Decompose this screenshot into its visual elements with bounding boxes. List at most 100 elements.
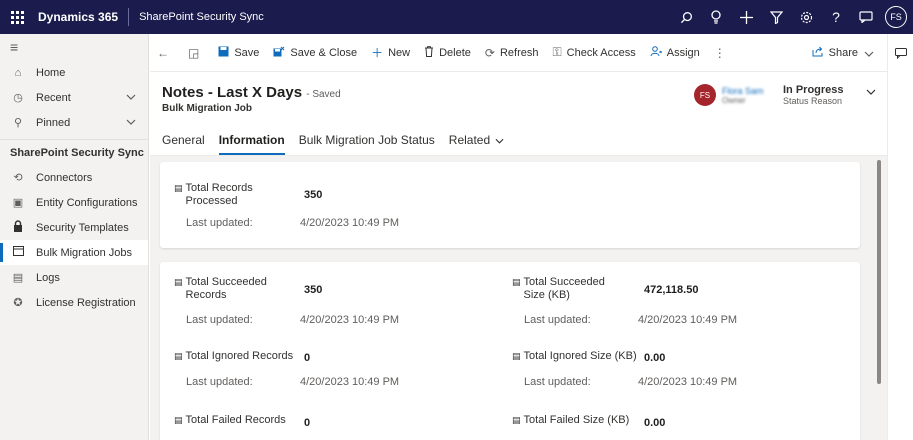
- sidebar-item-entity-configurations[interactable]: ▣ Entity Configurations: [0, 190, 148, 215]
- check-access-label: Check Access: [566, 46, 636, 59]
- help-icon[interactable]: ?: [821, 0, 851, 34]
- sidebar-item-label: Connectors: [36, 171, 93, 184]
- last-updated-label: Last updated:: [524, 314, 591, 326]
- app-name[interactable]: SharePoint Security Sync: [129, 11, 264, 23]
- sidebar-item-label: License Registration: [36, 296, 136, 309]
- user-avatar[interactable]: FS: [885, 6, 907, 28]
- assign-person-icon: [650, 45, 662, 60]
- command-bar: ← ◲ Save Save & Close ＋ New Delete ⟳ Ref…: [150, 34, 887, 72]
- job-icon: [10, 246, 26, 259]
- field-label: ▤ Total Ignored Records: [174, 350, 304, 363]
- sidebar-item-label: Recent: [36, 91, 71, 104]
- field-value[interactable]: 0: [304, 352, 310, 364]
- new-button[interactable]: ＋ New: [364, 34, 417, 72]
- app-launcher-icon[interactable]: [0, 0, 34, 34]
- clock-icon: ◷: [13, 92, 23, 104]
- tab-related[interactable]: Related: [449, 126, 518, 154]
- chevron-down-icon: [864, 46, 874, 60]
- sidebar-item-recent[interactable]: ◷ Recent: [0, 85, 148, 110]
- delete-label: Delete: [439, 46, 471, 59]
- add-icon: ＋: [371, 46, 384, 60]
- hamburger-menu-icon[interactable]: ≡: [0, 34, 148, 60]
- open-new-window-button[interactable]: ◲: [181, 34, 211, 72]
- open-window-icon: ◲: [188, 45, 200, 60]
- last-updated-value: 4/20/2023 10:49 PM: [638, 376, 738, 388]
- sidebar-item-label: Logs: [36, 271, 60, 284]
- field-value[interactable]: 350: [304, 284, 322, 296]
- field-total-ignored-records: ▤ Total Ignored Records: [174, 350, 304, 363]
- refresh-icon: ⟳: [484, 45, 495, 60]
- sidebar-item-bulk-migration-jobs[interactable]: Bulk Migration Jobs: [0, 240, 148, 265]
- sidebar-item-label: Pinned: [36, 116, 71, 129]
- delete-button[interactable]: Delete: [417, 34, 478, 72]
- sidebar-item-pinned[interactable]: ⚲ Pinned: [0, 110, 148, 135]
- connector-icon: ⟲: [13, 172, 23, 184]
- field-label: ▤ Total Succeeded Size (KB): [512, 276, 622, 302]
- tab-information[interactable]: Information: [218, 126, 299, 155]
- license-icon: ✪: [13, 297, 23, 309]
- owner-field[interactable]: FS Flora Sam Owner: [694, 84, 764, 106]
- field-value[interactable]: 0: [304, 417, 310, 429]
- assign-button[interactable]: Assign: [643, 34, 707, 72]
- field-label: ▤ Total Succeeded Records: [174, 276, 284, 302]
- tab-related-label: Related: [448, 133, 491, 147]
- right-side-pane: [887, 34, 913, 440]
- field-label-text: Total Succeeded Records: [185, 276, 267, 301]
- more-commands-button[interactable]: ⋮: [707, 34, 738, 72]
- tab-general[interactable]: General: [162, 126, 219, 154]
- owner-name[interactable]: Flora Sam: [722, 86, 764, 96]
- sidebar-item-home[interactable]: ⌂ Home: [0, 60, 148, 85]
- owner-avatar: FS: [694, 84, 716, 106]
- form-content: ▤ Total Records Processed 350 Last updat…: [150, 156, 887, 440]
- chevron-down-icon[interactable]: [866, 86, 876, 98]
- home-icon: ⌂: [14, 66, 22, 79]
- save-close-button[interactable]: Save & Close: [266, 34, 364, 72]
- refresh-button[interactable]: ⟳ Refresh: [478, 34, 546, 72]
- field-value[interactable]: 0.00: [644, 417, 665, 429]
- chevron-down-icon[interactable]: [126, 117, 136, 128]
- sidebar-item-logs[interactable]: ▤ Logs: [0, 265, 148, 290]
- top-navigation-bar: Dynamics 365 SharePoint Security Sync ? …: [0, 0, 913, 34]
- field-value[interactable]: 350: [304, 189, 322, 201]
- section-results: ▤ Total Succeeded Records 350 Last updat…: [160, 262, 860, 440]
- share-icon: [812, 46, 824, 60]
- status-reason-field[interactable]: In Progress Status Reason: [783, 84, 844, 106]
- assign-label: Assign: [666, 46, 700, 59]
- field-label-text: Total Records Processed: [185, 182, 253, 207]
- save-button[interactable]: Save: [211, 34, 266, 72]
- sidebar-item-license-registration[interactable]: ✪ License Registration: [0, 290, 148, 315]
- check-access-button[interactable]: ⚿ Check Access: [546, 34, 643, 72]
- chat-icon[interactable]: [851, 0, 881, 34]
- sidebar-item-security-templates[interactable]: Security Templates: [0, 215, 148, 240]
- save-close-icon: [273, 46, 285, 60]
- settings-icon[interactable]: [791, 0, 821, 34]
- copilot-chat-icon[interactable]: [888, 34, 913, 72]
- field-value[interactable]: 0.00: [644, 352, 665, 364]
- tab-bulk-migration-job-status[interactable]: Bulk Migration Job Status: [299, 126, 449, 154]
- field-total-succeeded-size: ▤ Total Succeeded Size (KB): [512, 276, 622, 302]
- brand-name[interactable]: Dynamics 365: [34, 10, 128, 24]
- chevron-down-icon[interactable]: [126, 92, 136, 103]
- field-total-records-processed: ▤ Total Records Processed: [174, 182, 284, 208]
- calculator-icon: ▤: [174, 183, 183, 193]
- vertical-scrollbar[interactable]: [877, 160, 881, 384]
- key-icon: ⚿: [552, 45, 562, 59]
- calculator-icon: ▤: [512, 415, 521, 425]
- refresh-label: Refresh: [499, 46, 539, 59]
- new-label: New: [388, 46, 411, 59]
- last-updated-value: 4/20/2023 10:49 PM: [300, 376, 400, 388]
- share-button[interactable]: Share: [805, 34, 881, 72]
- field-label-text: Total Failed Size (KB): [523, 414, 630, 426]
- add-icon[interactable]: [731, 0, 761, 34]
- search-icon[interactable]: [671, 0, 701, 34]
- sidebar-item-connectors[interactable]: ⟲ Connectors: [0, 165, 148, 190]
- log-icon: ▤: [12, 272, 24, 284]
- owner-label: Owner: [722, 95, 746, 105]
- field-value[interactable]: 472,118.50: [644, 284, 698, 296]
- sidebar-section-title: SharePoint Security Sync: [0, 139, 148, 165]
- calculator-icon: ▤: [512, 351, 521, 361]
- back-button[interactable]: ←: [150, 34, 181, 72]
- last-updated-label: Last updated:: [186, 376, 253, 388]
- lightbulb-icon[interactable]: [701, 0, 731, 34]
- filter-icon[interactable]: [761, 0, 791, 34]
